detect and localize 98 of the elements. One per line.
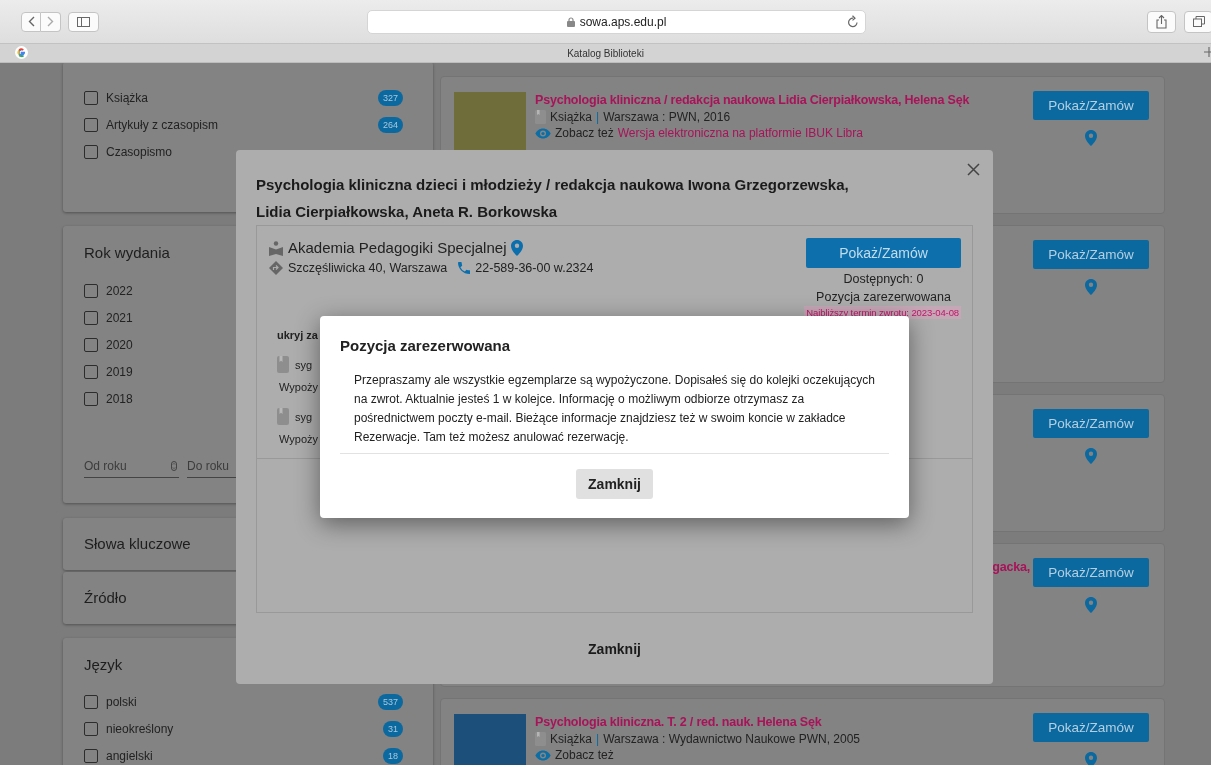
tab-title[interactable]: Katalog Biblioteki — [567, 47, 644, 59]
filter-heading[interactable]: Słowa kluczowe — [84, 534, 191, 554]
library-icon — [269, 240, 283, 256]
library-name: Akademia Pedagogiki Specjalnej — [288, 238, 507, 258]
filter-heading[interactable]: Źródło — [84, 588, 127, 608]
show-order-button[interactable]: Pokaż/Zamów — [1033, 713, 1149, 742]
document-type: Książka — [550, 731, 593, 747]
sidebar-toggle-button[interactable] — [68, 11, 99, 32]
phone-number: 22-589-36-00 w.2324 — [475, 261, 594, 275]
tabs-icon — [1192, 16, 1205, 27]
document-type: Książka — [550, 109, 593, 125]
dialog-title: Psychologia kliniczna dzieci i młodzieży / redakcja naukowa Iwona Grzegorzewska, Lidia Cierpiałkowska, Aneta R. Borkowska — [256, 175, 850, 222]
show-order-button[interactable]: Pokaż/Zamów — [1033, 558, 1149, 587]
map-pin-icon — [1085, 597, 1097, 613]
sidebar-icon — [77, 16, 90, 27]
checkbox[interactable] — [84, 694, 98, 709]
share-button[interactable] — [1147, 10, 1176, 33]
checkbox[interactable] — [84, 283, 98, 298]
show-order-button[interactable]: Pokaż/Zamów — [806, 238, 961, 268]
filter-heading: Rok wydania — [84, 243, 170, 263]
separator: | — [596, 731, 600, 747]
result-title[interactable]: Psychologia kliniczna. T. 2 / red. nauk. Helena Sęk — [535, 714, 1024, 731]
availability-text: Dostępnych: 0 — [843, 271, 924, 288]
book-icon — [535, 110, 546, 124]
eye-icon — [535, 749, 551, 761]
count-badge: 264 — [377, 116, 403, 133]
show-order-button[interactable]: Pokaż/Zamów — [1033, 409, 1149, 438]
checkbox-label: angielski — [106, 748, 153, 763]
count-badge: 537 — [377, 693, 403, 710]
new-tab-icon[interactable] — [1204, 47, 1211, 57]
reload-icon[interactable] — [847, 14, 859, 28]
checkbox-label: polski — [106, 694, 137, 709]
count-badge: 18 — [383, 747, 403, 764]
library-address: Szczęśliwicka 40, Warszawa — [288, 261, 448, 275]
count-badge: 327 — [377, 89, 403, 106]
back-button[interactable] — [21, 11, 41, 32]
copy-signature: syg — [295, 358, 313, 371]
see-also-link[interactable]: Wersja elektroniczna na platformie IBUK Libra — [617, 125, 863, 141]
chevron-left-icon — [27, 16, 35, 27]
count-badge: 31 — [383, 720, 403, 737]
checkbox-label: 2019 — [106, 364, 133, 379]
copy-status: Wypoży — [279, 381, 319, 393]
checkbox[interactable] — [84, 721, 98, 736]
map-pin-icon — [1085, 130, 1097, 146]
reservation-status: Pozycja zarezerwowana — [816, 289, 951, 306]
publication-info: Warszawa : PWN, 2016 — [603, 109, 731, 125]
filter-heading: Język — [84, 655, 123, 675]
map-pin-icon — [1085, 279, 1097, 295]
close-button[interactable]: Zamknij — [576, 469, 653, 499]
see-also-label: Zobacz też — [555, 125, 614, 141]
book-icon — [277, 356, 289, 373]
favicon-icon — [15, 46, 28, 59]
checkbox-label: 2020 — [106, 337, 133, 352]
book-icon — [277, 408, 289, 425]
alert-message: Przepraszamy ale wszystkie egzemplarze są wypożyczone. Dopisałeś się do kolejki oczekujących na zwrot. Aktualnie jesteś 1 w kolejce. Informację o możliwym odbiorze otrzymasz za pośrednictwem poczty e-mail. Bieżące informacje znajdziesz też w swoim koncie w zakładce Rezerwacje. Tam też możesz anulować rezerwację. — [340, 356, 889, 454]
book-icon — [535, 732, 546, 746]
show-order-button[interactable]: Pokaż/Zamów — [1033, 240, 1149, 269]
address-bar[interactable]: sowa.aps.edu.pl — [367, 9, 866, 34]
checkbox[interactable] — [84, 144, 98, 159]
map-pin-icon — [1085, 752, 1097, 765]
checkbox-label: Artykuły z czasopism — [106, 117, 219, 132]
checkbox-label: Książka — [106, 90, 149, 105]
eye-icon — [535, 127, 551, 139]
result-title[interactable]: Psychologia kliniczna / redakcja naukowa Lidia Cierpiałkowska, Helena Sęk — [535, 92, 1024, 109]
show-order-button[interactable]: Pokaż/Zamów — [1033, 91, 1149, 120]
url-text: sowa.aps.edu.pl — [579, 14, 667, 29]
year-from-field[interactable]: Od roku — [84, 454, 179, 478]
checkbox-label: 2022 — [106, 283, 133, 298]
checkbox[interactable] — [84, 90, 98, 105]
phone-icon — [458, 262, 471, 274]
chevron-right-icon — [47, 16, 54, 27]
alert-title: Pozycja zarezerwowana — [340, 336, 512, 356]
result-title[interactable]: gacka, — [992, 559, 1030, 576]
checkbox[interactable] — [84, 310, 98, 325]
publication-info: Warszawa : Wydawnictwo Naukowe PWN, 2005 — [603, 731, 861, 747]
stepper-icon[interactable] — [171, 461, 177, 471]
checkbox-label: Czasopismo — [106, 144, 173, 159]
share-icon — [1156, 14, 1167, 29]
checkbox-label: 2018 — [106, 391, 133, 406]
separator: | — [596, 109, 600, 125]
checkbox[interactable] — [84, 117, 98, 132]
checkbox-label: nieokreślony — [106, 721, 174, 736]
checkbox[interactable] — [84, 364, 98, 379]
close-button[interactable]: Zamknij — [588, 640, 641, 657]
tabs-overview-button[interactable] — [1184, 10, 1211, 33]
map-pin-icon — [1085, 448, 1097, 464]
checkbox[interactable] — [84, 748, 98, 763]
close-icon[interactable] — [967, 163, 980, 176]
lock-icon — [566, 16, 575, 27]
see-also-label: Zobacz też — [555, 747, 614, 763]
checkbox-label: 2021 — [106, 310, 133, 325]
copy-status: Wypoży — [279, 433, 319, 445]
checkbox[interactable] — [84, 391, 98, 406]
checkbox[interactable] — [84, 337, 98, 352]
map-pin-icon — [511, 240, 524, 256]
copy-signature: syg — [295, 410, 313, 423]
directions-icon — [269, 261, 283, 275]
hide-copies-toggle[interactable]: ukryj za — [277, 329, 318, 341]
